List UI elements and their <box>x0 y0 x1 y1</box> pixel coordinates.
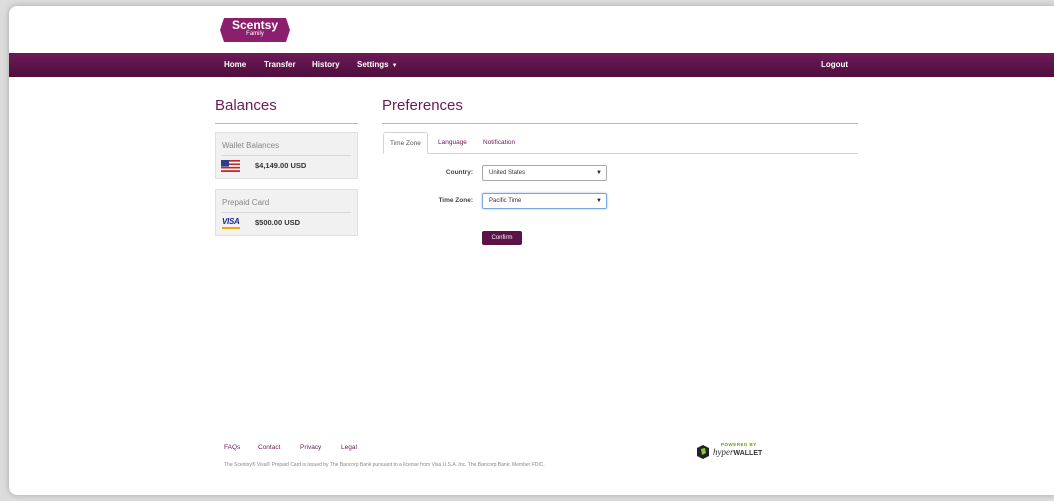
tab-time-zone[interactable]: Time Zone <box>383 132 428 154</box>
nav-history[interactable]: History <box>312 53 340 77</box>
country-select-value: United States <box>489 170 526 176</box>
main-navbar: Home Transfer History Settings ▼ Logout <box>9 53 1054 77</box>
timezone-label: Time Zone: <box>438 197 473 204</box>
balances-rule <box>215 123 358 124</box>
preferences-title: Preferences <box>382 97 463 114</box>
footer-link-privacy[interactable]: Privacy <box>300 444 321 451</box>
country-label: Country: <box>445 169 473 176</box>
tab-notification[interactable]: Notification <box>477 132 521 154</box>
nav-settings[interactable]: Settings ▼ <box>357 53 398 77</box>
prepaid-card-amount: $500.00 USD <box>255 218 301 227</box>
hyperwallet-logo: POWERED BY hyperWALLET <box>695 442 785 460</box>
nav-transfer[interactable]: Transfer <box>264 53 296 77</box>
prepaid-card-panel: Prepaid Card VISA $500.00 USD <box>215 189 358 236</box>
browser-window: Scentsy Family Home Transfer History Set… <box>9 6 1054 495</box>
us-flag-icon <box>221 160 240 172</box>
logo-brand-name: Scentsy <box>231 18 279 32</box>
hyperwallet-name-a: hyper <box>713 447 734 457</box>
wallet-balance-card: Wallet Balances $4,149.00 USD <box>215 132 358 179</box>
card-divider <box>222 155 351 156</box>
balances-title: Balances <box>215 97 277 114</box>
dropdown-arrow-icon: ▼ <box>596 170 602 176</box>
visa-stripe <box>222 227 240 229</box>
tab-language[interactable]: Language <box>432 132 473 154</box>
timezone-select-value: Pacific Time <box>489 198 522 204</box>
logout-link[interactable]: Logout <box>821 53 848 77</box>
nav-home[interactable]: Home <box>224 53 246 77</box>
wallet-balance-title: Wallet Balances <box>222 141 280 150</box>
timezone-select[interactable]: Pacific Time ▼ <box>482 193 607 209</box>
caret-down-icon: ▼ <box>391 63 398 69</box>
footer-link-legal[interactable]: Legal <box>341 444 357 451</box>
footer-link-contact[interactable]: Contact <box>258 444 280 451</box>
wallet-balance-amount: $4,149.00 USD <box>255 161 307 170</box>
hyperwallet-name-b: WALLET <box>733 450 763 457</box>
logo-brand-sub: Family <box>246 31 264 37</box>
footer-disclaimer: The Scentsy® Visa® Prepaid Card is issue… <box>224 462 545 468</box>
prepaid-card-title: Prepaid Card <box>222 198 270 207</box>
card-divider <box>222 212 351 213</box>
country-select[interactable]: United States ▼ <box>482 165 607 181</box>
footer-link-faqs[interactable]: FAQs <box>224 444 240 451</box>
hyperwallet-mark-icon <box>697 445 709 459</box>
nav-settings-label: Settings <box>357 60 389 69</box>
scentsy-logo[interactable]: Scentsy Family <box>220 18 290 42</box>
dropdown-arrow-icon: ▼ <box>596 198 602 204</box>
hyperwallet-name: hyperWALLET <box>713 447 762 457</box>
visa-card-icon: VISA <box>222 217 240 226</box>
confirm-button[interactable]: Confirm <box>482 231 522 245</box>
preferences-rule <box>382 123 858 124</box>
